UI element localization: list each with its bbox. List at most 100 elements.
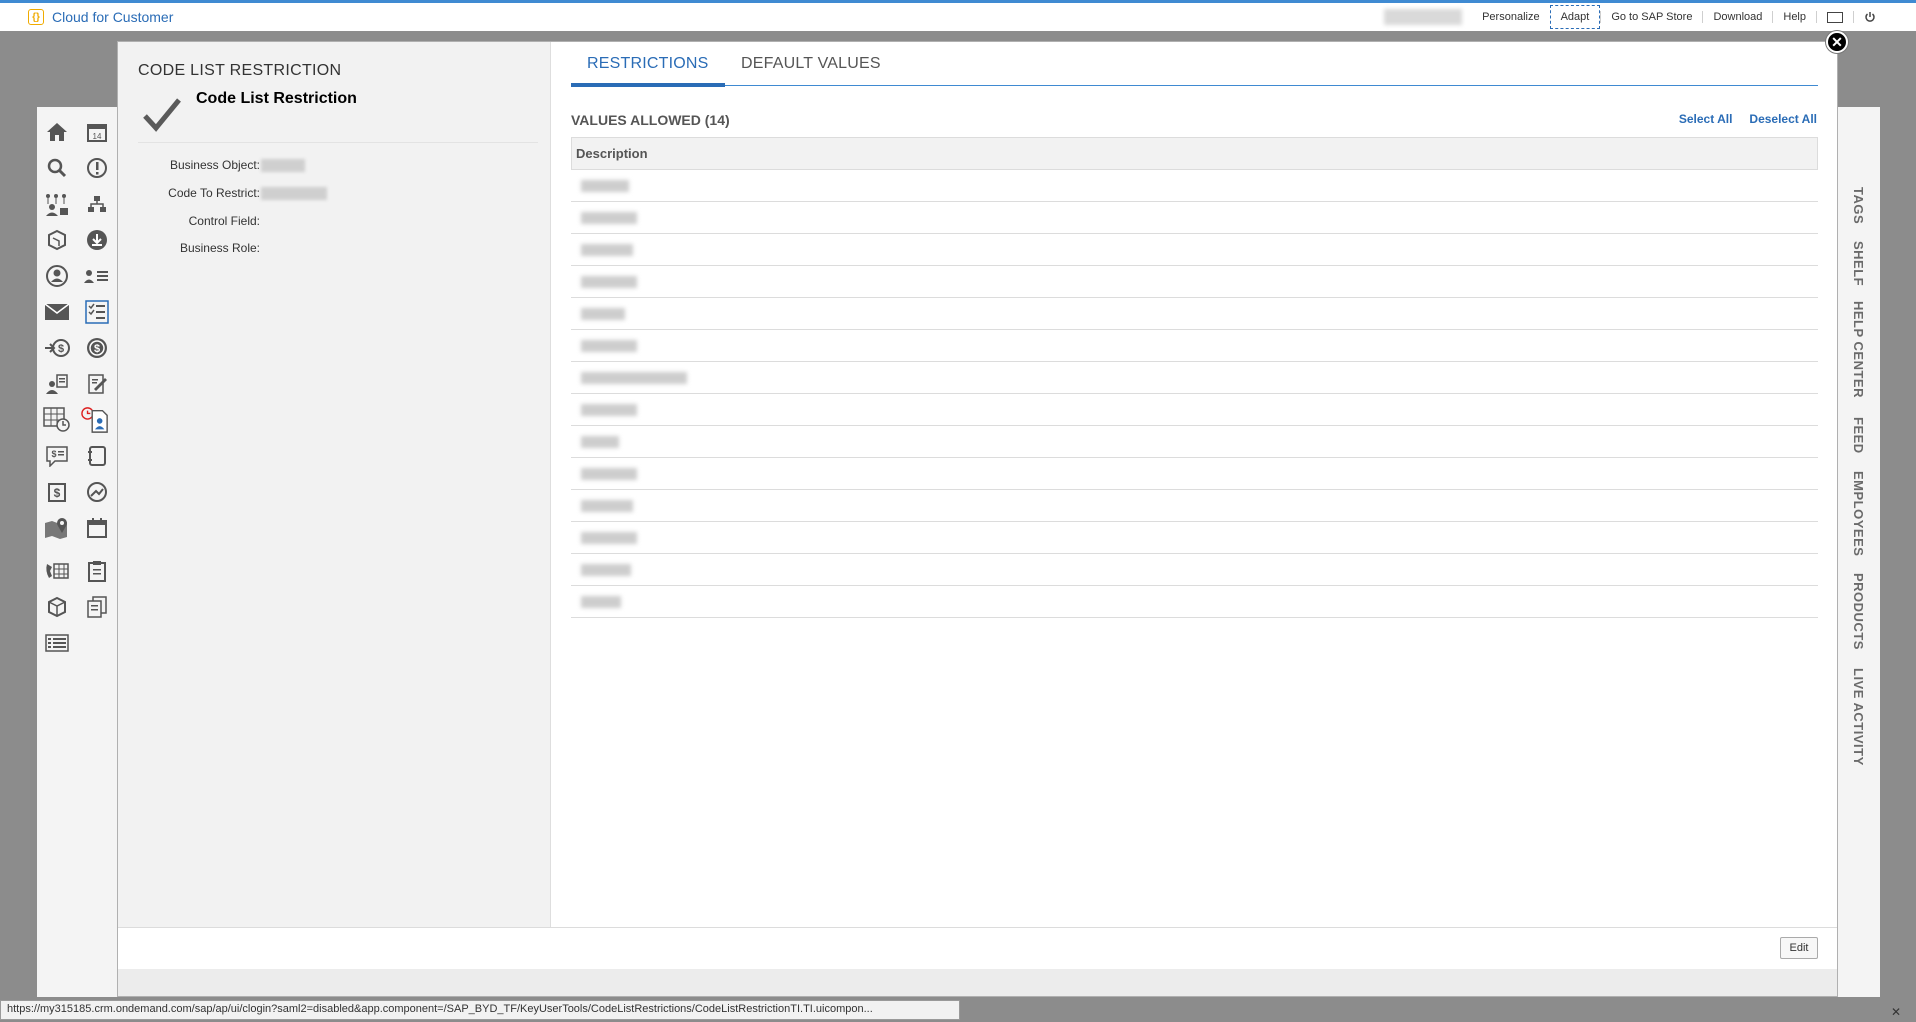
select-all-link[interactable]: Select All	[1679, 112, 1733, 126]
clipboard-icon[interactable]	[83, 557, 111, 585]
business-object-label: Business Object:	[169, 158, 260, 172]
row-description	[581, 276, 637, 288]
table-row[interactable]	[571, 298, 1818, 330]
browser-status-url: https://my315185.crm.ondemand.com/sap/ap…	[0, 1000, 960, 1020]
globe-money-icon[interactable]	[83, 478, 111, 506]
shell-bar: {} Cloud for Customer Personalize Adapt …	[0, 3, 1916, 31]
svg-text:$: $	[51, 449, 56, 459]
invoice-dollar-icon[interactable]: $	[43, 478, 71, 506]
values-allowed-title: VALUES ALLOWED (14)	[571, 112, 730, 128]
row-description	[581, 564, 631, 576]
table-row[interactable]	[571, 330, 1818, 362]
documents-icon[interactable]	[83, 593, 111, 621]
list-icon[interactable]	[43, 629, 71, 657]
cube-icon[interactable]	[43, 593, 71, 621]
hierarchy-icon[interactable]	[83, 190, 111, 218]
right-side-panel: TAGS SHELF HELP CENTER FEED EMPLOYEES PR…	[1838, 107, 1880, 997]
notebook-icon[interactable]	[83, 442, 111, 470]
calendar-14-icon[interactable]: 14	[83, 118, 111, 146]
adapt-link[interactable]: Adapt	[1549, 5, 1601, 29]
tab-default-values[interactable]: DEFAULT VALUES	[725, 55, 897, 86]
org-users-icon[interactable]	[43, 190, 71, 218]
values-table: Description	[571, 137, 1818, 618]
table-clock-icon[interactable]	[43, 406, 71, 434]
money-in-icon[interactable]: $	[43, 334, 71, 362]
edit-doc-icon[interactable]	[83, 370, 111, 398]
product-box-icon[interactable]	[43, 226, 71, 254]
table-row[interactable]	[571, 234, 1818, 266]
home-icon[interactable]	[43, 118, 71, 146]
row-description	[581, 180, 629, 192]
row-description	[581, 212, 637, 224]
chat-dollar-icon[interactable]: $	[43, 442, 71, 470]
screen-icon	[1827, 11, 1843, 23]
app-logo[interactable]: {} Cloud for Customer	[28, 9, 173, 25]
tab-strip: RESTRICTIONS DEFAULT VALUES	[571, 42, 1818, 87]
checkmark-icon	[143, 98, 181, 132]
svg-text:14: 14	[93, 132, 102, 141]
close-icon[interactable]: ✕	[1891, 1005, 1901, 1019]
employees-tab[interactable]: EMPLOYEES	[1851, 471, 1866, 556]
dialog-content: RESTRICTIONS DEFAULT VALUES VALUES ALLOW…	[551, 42, 1837, 927]
power-icon	[1865, 12, 1875, 22]
table-row[interactable]	[571, 202, 1818, 234]
table-row[interactable]	[571, 522, 1818, 554]
map-pin-icon[interactable]	[43, 514, 71, 542]
help-center-tab[interactable]: HELP CENTER	[1851, 301, 1866, 398]
left-navigation: 14 $ $ $ $	[37, 107, 117, 997]
table-row[interactable]	[571, 426, 1818, 458]
personalize-link[interactable]: Personalize	[1472, 11, 1549, 23]
alert-icon[interactable]	[83, 154, 111, 182]
feed-tab[interactable]: FEED	[1851, 417, 1866, 454]
code-to-restrict-row: Code To Restrict:	[118, 186, 551, 202]
screen-toggle-button[interactable]	[1816, 11, 1853, 23]
svg-text:$: $	[54, 486, 61, 500]
tags-tab[interactable]: TAGS	[1851, 187, 1866, 224]
download-link[interactable]: Download	[1702, 11, 1772, 23]
table-row[interactable]	[571, 586, 1818, 618]
table-row[interactable]	[571, 394, 1818, 426]
mail-icon[interactable]	[43, 298, 71, 326]
table-row[interactable]	[571, 170, 1818, 202]
edit-button[interactable]: Edit	[1780, 937, 1818, 959]
logoff-button[interactable]	[1853, 11, 1886, 23]
table-row[interactable]	[571, 362, 1818, 394]
code-list-restriction-dialog: CODE LIST RESTRICTION Code List Restrict…	[117, 41, 1838, 997]
close-dialog-icon[interactable]: ✕	[1826, 31, 1848, 53]
table-row[interactable]	[571, 266, 1818, 298]
table-row[interactable]	[571, 554, 1818, 586]
table-row[interactable]	[571, 458, 1818, 490]
dialog-type-title: CODE LIST RESTRICTION	[138, 62, 342, 79]
description-column-header[interactable]: Description	[571, 137, 1818, 170]
row-description	[581, 372, 687, 384]
tab-restrictions[interactable]: RESTRICTIONS	[571, 55, 725, 87]
sap-store-link[interactable]: Go to SAP Store	[1600, 11, 1702, 23]
dollar-circle-icon[interactable]: $	[83, 334, 111, 362]
business-role-row: Business Role:	[118, 241, 551, 257]
timesheet-icon[interactable]	[81, 406, 109, 434]
business-object-row: Business Object:	[118, 158, 551, 174]
svg-text:$: $	[94, 343, 100, 355]
row-description	[581, 468, 637, 480]
help-link[interactable]: Help	[1772, 11, 1816, 23]
search-icon[interactable]	[43, 154, 71, 182]
control-field-label: Control Field:	[188, 214, 260, 228]
products-tab[interactable]: PRODUCTS	[1851, 573, 1866, 650]
checklist-icon[interactable]	[83, 298, 111, 326]
header-divider	[138, 142, 538, 143]
user-name[interactable]	[1384, 9, 1463, 25]
row-description	[581, 244, 633, 256]
calendar-icon[interactable]	[83, 514, 111, 542]
table-row[interactable]	[571, 490, 1818, 522]
deselect-all-link[interactable]: Deselect All	[1749, 112, 1817, 126]
user-doc-icon[interactable]	[43, 370, 71, 398]
dialog-footer: Edit	[118, 927, 1837, 969]
code-to-restrict-value	[261, 187, 327, 200]
phone-table-icon[interactable]	[43, 557, 71, 585]
contact-list-icon[interactable]	[83, 262, 111, 290]
download-icon[interactable]	[83, 226, 111, 254]
person-icon[interactable]	[43, 262, 71, 290]
live-activity-tab[interactable]: LIVE ACTIVITY	[1851, 668, 1866, 766]
shelf-tab[interactable]: SHELF	[1851, 241, 1866, 286]
business-object-value	[261, 159, 305, 172]
